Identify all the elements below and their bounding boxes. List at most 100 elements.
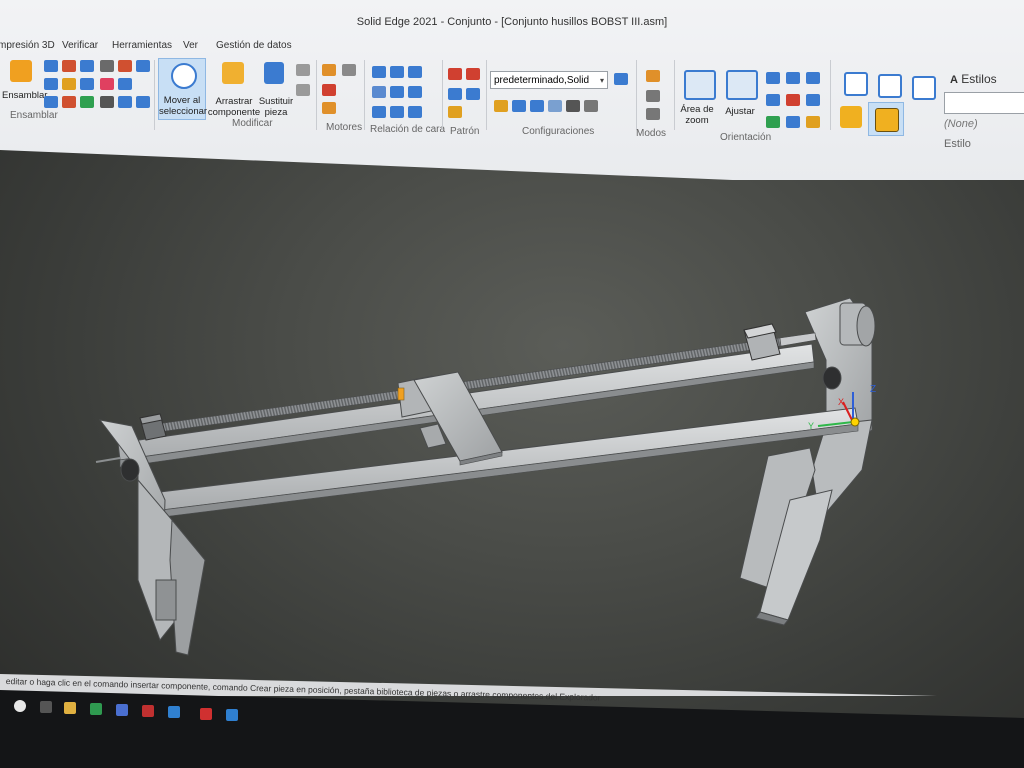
camera-icon[interactable] <box>566 100 580 112</box>
shaded-cube-icon[interactable] <box>840 106 862 128</box>
app-icon-2[interactable] <box>168 706 180 718</box>
select-mode-icon[interactable] <box>646 90 660 102</box>
screw-end-block-left[interactable] <box>139 413 167 441</box>
sensor-mode-icon[interactable] <box>646 108 660 120</box>
pan-icon[interactable] <box>786 72 800 84</box>
ensamblar-button[interactable]: Ensamblar <box>2 90 47 101</box>
search-icon[interactable] <box>14 700 26 712</box>
face-relation-icon-9[interactable] <box>408 106 422 118</box>
mover-label: Mover al seleccionar <box>159 95 208 117</box>
modes-grid-icon[interactable] <box>646 70 660 82</box>
rigid-set-icon[interactable] <box>136 60 150 72</box>
tab-verificar[interactable]: Verificar <box>62 40 98 51</box>
mover-al-seleccionar-button[interactable]: Mover al seleccionar <box>158 58 208 120</box>
pattern-icon[interactable] <box>448 68 462 80</box>
group-motores-label: Motores <box>326 122 363 133</box>
duplicate-icon[interactable] <box>448 88 462 100</box>
mate-icon[interactable] <box>44 60 58 72</box>
assemble-icon <box>10 60 32 82</box>
style-field[interactable] <box>944 92 1024 114</box>
pattern-table-icon[interactable] <box>448 106 462 118</box>
window-title: Solid Edge 2021 - Conjunto - [Conjunto h… <box>356 16 668 28</box>
wireframe-cube-icon[interactable] <box>844 72 868 96</box>
axial-align-icon[interactable] <box>80 60 94 72</box>
face-relation-icon-6[interactable] <box>408 86 422 98</box>
face-relation-icon-7[interactable] <box>372 106 386 118</box>
linear-motor-icon[interactable] <box>342 64 356 76</box>
angle-icon[interactable] <box>80 78 94 90</box>
tab-impresion-3d[interactable]: mpresión 3D <box>0 40 55 51</box>
view-icon-5[interactable] <box>786 116 800 128</box>
relation-assistant-icon[interactable] <box>136 96 150 108</box>
config-icon-4[interactable] <box>548 100 562 112</box>
view-icon-3[interactable] <box>806 94 820 106</box>
group-modos-label: Modos <box>636 128 667 139</box>
disperse-icon[interactable] <box>296 84 310 96</box>
tab-herramientas[interactable]: Herramientas <box>112 40 172 51</box>
estilos-button[interactable]: A Estilos <box>950 72 997 86</box>
match-cs-icon[interactable] <box>118 60 132 72</box>
rotational-motor-icon[interactable] <box>322 64 336 76</box>
triad-z-label: Z <box>870 384 876 395</box>
view-icon-6[interactable] <box>806 116 820 128</box>
hidden-cube-icon[interactable] <box>912 76 936 100</box>
center-plane-icon[interactable] <box>100 96 114 108</box>
config-icon-2[interactable] <box>512 100 526 112</box>
solid-edge-icon[interactable] <box>226 709 238 721</box>
task-view-icon[interactable] <box>40 701 52 713</box>
excel-icon[interactable] <box>90 703 102 715</box>
face-relation-icon-2[interactable] <box>390 66 404 78</box>
flash-fit-icon[interactable] <box>118 96 132 108</box>
ribbon: Solid Edge 2021 - Conjunto - [Conjunto h… <box>0 0 1024 180</box>
transfer-icon[interactable] <box>296 64 310 76</box>
gear-relation-icon[interactable] <box>80 96 94 108</box>
motor-simulate-icon[interactable] <box>322 84 336 96</box>
group-estilo-label: Estilo <box>944 138 971 150</box>
motor-edit-icon[interactable] <box>322 102 336 114</box>
app-icon-3[interactable] <box>200 708 212 720</box>
path-icon[interactable] <box>100 78 114 90</box>
insert-relation-icon[interactable] <box>44 78 58 90</box>
styles-icon: A <box>950 74 958 86</box>
group-orientacion-label: Orientación <box>720 132 772 143</box>
tangent-icon[interactable] <box>44 96 58 108</box>
connect-icon[interactable] <box>62 78 76 90</box>
config-icon-3[interactable] <box>530 100 544 112</box>
view-icon-4[interactable] <box>766 116 780 128</box>
configuration-select[interactable]: predeterminado,Solid ▾ <box>490 71 608 89</box>
ajustar-button[interactable]: Ajustar <box>720 106 760 117</box>
arrastrar-componente-button[interactable]: Arrastrar componente <box>206 96 262 118</box>
along-curve-icon[interactable] <box>466 88 480 100</box>
face-relation-icon-4[interactable] <box>372 86 386 98</box>
cam-icon[interactable] <box>62 96 76 108</box>
app-icon-1[interactable] <box>116 704 128 716</box>
mirror-icon[interactable] <box>466 68 480 80</box>
face-relation-icon-8[interactable] <box>390 106 404 118</box>
right-end-plate[interactable] <box>804 297 876 522</box>
zoom-icon[interactable] <box>766 72 780 84</box>
chevron-down-icon: ▾ <box>599 76 604 85</box>
face-relation-icon-1[interactable] <box>372 66 386 78</box>
acrobat-icon[interactable] <box>142 705 154 717</box>
rotate-icon[interactable] <box>806 72 820 84</box>
move-icon <box>171 63 197 89</box>
sustituir-pieza-button[interactable]: Sustituir pieza <box>258 96 294 118</box>
config-icon-1[interactable] <box>494 100 508 112</box>
tab-ver[interactable]: Ver <box>183 40 198 51</box>
area-de-zoom-button[interactable]: Área de zoom <box>676 104 718 126</box>
ground-icon[interactable] <box>118 78 132 90</box>
shaded-edges-cube-button[interactable] <box>868 102 904 136</box>
planar-align-icon[interactable] <box>62 60 76 72</box>
parallel-icon[interactable] <box>100 60 114 72</box>
view-icon-2[interactable] <box>786 94 800 106</box>
configuration-select-value: predeterminado,Solid <box>494 75 590 86</box>
display-config-icon[interactable] <box>614 73 628 85</box>
view-icon-1[interactable] <box>766 94 780 106</box>
tab-gestion-de-datos[interactable]: Gestión de datos <box>216 40 292 51</box>
file-explorer-icon[interactable] <box>64 702 76 714</box>
config-icon-6[interactable] <box>584 100 598 112</box>
group-configuraciones-label: Configuraciones <box>522 126 595 137</box>
outline-cube-icon[interactable] <box>878 74 902 98</box>
face-relation-icon-5[interactable] <box>390 86 404 98</box>
face-relation-icon-3[interactable] <box>408 66 422 78</box>
